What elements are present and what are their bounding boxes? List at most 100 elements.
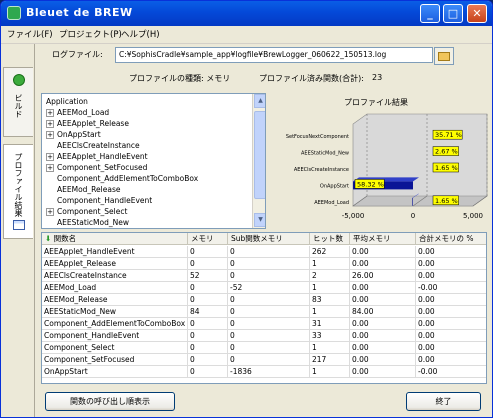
table-cell[interactable]: Component_Select <box>42 342 188 354</box>
table-cell[interactable]: OnAppStart <box>42 366 188 378</box>
table-cell[interactable]: 0 <box>228 258 310 270</box>
menu-help[interactable]: ヘルプ(H) <box>121 28 160 40</box>
tree-node[interactable]: + Component_Select <box>46 207 127 218</box>
tab-build[interactable]: ビルド <box>3 67 33 137</box>
table-cell[interactable]: AEEStaticMod_New <box>42 306 188 318</box>
table-cell[interactable]: 0 <box>188 282 228 294</box>
table-cell[interactable]: -0.00 <box>416 366 486 378</box>
table-cell[interactable]: AEEApplet_Release <box>42 258 188 270</box>
tree-node[interactable]: + AEEApplet_Release <box>46 119 129 130</box>
table-cell[interactable]: AEEApplet_HandleEvent <box>42 246 188 258</box>
table-cell[interactable]: 0 <box>188 342 228 354</box>
tree-node[interactable]: Component_AddElementToComboBox <box>46 174 198 185</box>
menu-project[interactable]: プロジェクト(P) <box>59 28 122 40</box>
exit-button[interactable]: 終了 <box>406 392 481 411</box>
table-cell[interactable]: 0.00 <box>416 306 486 318</box>
table-cell[interactable]: -52 <box>228 282 310 294</box>
table-cell[interactable]: 84 <box>188 306 228 318</box>
tree-node[interactable]: AEEClsCreateInstance <box>46 141 140 152</box>
table-cell[interactable]: 0 <box>188 354 228 366</box>
table-cell[interactable]: 0.00 <box>416 318 486 330</box>
table-cell[interactable]: 0.00 <box>416 294 486 306</box>
column-header[interactable]: 平均メモリ <box>350 233 416 245</box>
minimize-button[interactable]: _ <box>420 4 440 23</box>
table-cell[interactable]: 0.00 <box>350 258 416 270</box>
table-cell[interactable]: 0.00 <box>416 354 486 366</box>
function-tree[interactable]: Application + AEEMod_Load + AEEApplet_Releas… <box>41 93 266 229</box>
table-cell[interactable]: 0 <box>228 246 310 258</box>
expand-icon[interactable]: + <box>46 164 54 172</box>
table-cell[interactable]: 0 <box>228 318 310 330</box>
table-cell[interactable]: Component_HandleEvent <box>42 330 188 342</box>
table-cell[interactable]: 0.00 <box>350 354 416 366</box>
table-cell[interactable]: 0 <box>188 294 228 306</box>
title-bar[interactable]: Bleuet de BREW _ □ ✕ <box>1 1 492 26</box>
table-cell[interactable]: 0.00 <box>350 294 416 306</box>
table-cell[interactable]: 1 <box>310 306 350 318</box>
expand-icon[interactable]: + <box>46 208 54 216</box>
table-cell[interactable]: -1836 <box>228 366 310 378</box>
tree-node[interactable]: Application <box>46 97 88 108</box>
browse-button[interactable] <box>434 47 454 65</box>
table-cell[interactable]: 0.00 <box>416 330 486 342</box>
table-cell[interactable]: AEEClsCreateInstance <box>42 270 188 282</box>
table-cell[interactable]: 26.00 <box>350 270 416 282</box>
scroll-down-icon[interactable]: ▼ <box>254 213 265 227</box>
column-header[interactable]: ⬇ 関数名 <box>42 233 188 245</box>
table-cell[interactable]: 0 <box>228 330 310 342</box>
expand-icon[interactable]: + <box>46 109 54 117</box>
table-cell[interactable]: 0.00 <box>416 258 486 270</box>
tree-node[interactable]: + Component_SetFocused <box>46 163 147 174</box>
table-cell[interactable]: 0.00 <box>350 246 416 258</box>
column-header[interactable]: Sub関数メモリ <box>228 233 310 245</box>
column-header[interactable]: メモリ <box>188 233 228 245</box>
table-cell[interactable]: 0 <box>188 330 228 342</box>
close-button[interactable]: ✕ <box>467 4 487 23</box>
table-cell[interactable]: 31 <box>310 318 350 330</box>
tree-node[interactable]: + AEEMod_Load <box>46 108 109 119</box>
column-header[interactable]: 合計メモリの % <box>416 233 486 245</box>
table-cell[interactable]: 2 <box>310 270 350 282</box>
table-cell[interactable]: 0 <box>228 294 310 306</box>
table-cell[interactable]: 0 <box>228 342 310 354</box>
table-cell[interactable]: 1 <box>310 258 350 270</box>
table-cell[interactable]: 0.00 <box>416 342 486 354</box>
tree-scrollbar[interactable]: ▲ ▼ <box>252 94 265 228</box>
table-cell[interactable]: 0.00 <box>350 330 416 342</box>
column-header[interactable]: ヒット数 <box>310 233 350 245</box>
table-cell[interactable]: 0.00 <box>350 366 416 378</box>
maximize-button[interactable]: □ <box>443 4 463 23</box>
tree-node[interactable]: + AEEApplet_HandleEvent <box>46 152 148 163</box>
expand-icon[interactable]: + <box>46 120 54 128</box>
log-file-path[interactable]: C:¥SophisCradle¥sample_app¥logfile¥BrewL… <box>115 47 433 63</box>
table-cell[interactable]: 0 <box>188 246 228 258</box>
results-table[interactable]: ⬇ 関数名 メモリ Sub関数メモリ ヒット数 平均メモリ 合計メモリの % AEEAppl… <box>41 232 487 384</box>
table-cell[interactable]: -0.00 <box>416 282 486 294</box>
table-cell[interactable]: 33 <box>310 330 350 342</box>
table-cell[interactable]: 0 <box>228 354 310 366</box>
tab-profile-results[interactable]: プロファイル結果 <box>3 144 33 239</box>
table-cell[interactable]: 52 <box>188 270 228 282</box>
table-cell[interactable]: Component_SetFocused <box>42 354 188 366</box>
table-cell[interactable]: AEEMod_Load <box>42 282 188 294</box>
table-cell[interactable]: 0 <box>188 366 228 378</box>
table-cell[interactable]: 0 <box>228 270 310 282</box>
table-cell[interactable]: 1 <box>310 342 350 354</box>
expand-icon[interactable]: + <box>46 131 54 139</box>
table-cell[interactable]: 0.00 <box>350 282 416 294</box>
table-cell[interactable]: Component_AddElementToComboBox <box>42 318 188 330</box>
table-cell[interactable]: 1 <box>310 282 350 294</box>
table-cell[interactable]: 0.00 <box>416 270 486 282</box>
scroll-up-icon[interactable]: ▲ <box>254 94 265 108</box>
table-cell[interactable]: 84.00 <box>350 306 416 318</box>
tree-node[interactable]: Component_HandleEvent <box>46 196 152 207</box>
table-cell[interactable]: 0 <box>188 318 228 330</box>
table-cell[interactable]: 0 <box>228 306 310 318</box>
tree-node[interactable]: AEEStaticMod_New <box>46 218 129 228</box>
tree-scroll-thumb[interactable] <box>254 111 265 199</box>
call-order-button[interactable]: 関数の呼び出し順表示 <box>45 392 175 411</box>
menu-file[interactable]: ファイル(F) <box>7 28 53 40</box>
table-cell[interactable]: 83 <box>310 294 350 306</box>
table-cell[interactable]: 0.00 <box>350 342 416 354</box>
table-cell[interactable]: 217 <box>310 354 350 366</box>
